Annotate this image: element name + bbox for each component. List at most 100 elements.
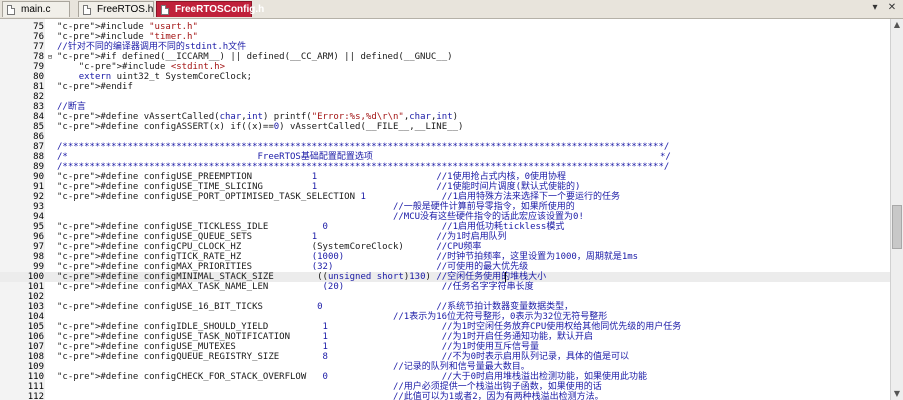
code-line[interactable]: 90 "c-pre">#define configUSE_PREEMPTION 1… [0,172,890,182]
code-line[interactable]: 77 //针对不同的编译器调用不同的stdint.h文件 [0,42,890,52]
line-number: 87 [33,142,44,152]
code-text: "c-pre">#define configTICK_RATE_HZ (1000… [57,252,639,262]
code-line[interactable]: 108 "c-pre">#define configQUEUE_REGISTRY_… [0,352,890,362]
code-line[interactable]: 83 //断言 [0,102,890,112]
line-number: 97 [33,242,44,252]
code-line[interactable]: 88 /* FreeRTOS基础配置配置选项 */ [0,152,890,162]
code-line[interactable]: 94 //MCU没有这些硬件指令的话此宏应该设置为0! [0,212,890,222]
line-number: 83 [33,102,44,112]
code-line[interactable]: 91 "c-pre">#define configUSE_TIME_SLICING… [0,182,890,192]
tab-label: FreeRTOSConfig.h [175,4,265,15]
code-line[interactable]: 102 [0,292,890,302]
code-line[interactable]: 100 "c-pre">#define configMINIMAL_STACK_S… [0,272,890,282]
line-number: 75 [33,22,44,32]
code-text: "c-pre">#include "usart.h" [57,22,198,32]
code-text: "c-pre">#define configQUEUE_REGISTRY_SIZ… [57,352,629,362]
code-line[interactable]: 84 "c-pre">#define vAssertCalled(char,int… [0,112,890,122]
line-number: 77 [33,42,44,52]
code-line[interactable]: 79 "c-pre">#include <stdint.h> [0,62,890,72]
code-text: "c-pre">#if defined(__ICCARM__) || defin… [57,52,453,62]
line-number: 76 [33,32,44,42]
code-line[interactable]: 95 "c-pre">#define configUSE_TICKLESS_IDL… [0,222,890,232]
code-text: //断言 [57,102,86,112]
code-text: /***************************************… [57,142,670,152]
code-text: "c-pre">#endif [57,82,133,92]
line-number: 104 [27,312,44,322]
code-line[interactable]: 81 "c-pre">#endif [0,82,890,92]
code-line[interactable]: 103 "c-pre">#define configUSE_16_BIT_TICK… [0,302,890,312]
code-text: "c-pre">#define configIDLE_SHOULD_YIELD … [57,322,682,332]
close-tab-button[interactable]: ✕ [885,1,899,15]
code-text: extern uint32_t SystemCoreClock; [78,72,253,82]
code-line[interactable]: 82 [0,92,890,102]
code-line[interactable]: 75 "c-pre">#include "usart.h" [0,22,890,32]
line-number: 88 [33,152,44,162]
tab-list-dropdown-button[interactable]: ▾ [868,1,882,15]
code-text: "c-pre">#define configCPU_CLOCK_HZ (Syst… [57,242,482,252]
file-icon [7,5,15,15]
line-number: 103 [27,302,44,312]
code-line[interactable]: 111 //用户必须提供一个栈溢出钩子函数，如果使用的话 [0,382,890,392]
code-line[interactable]: 110 "c-pre">#define configCHECK_FOR_STACK… [0,372,890,382]
code-text: //针对不同的编译器调用不同的stdint.h文件 [57,42,247,52]
line-number: 112 [27,392,44,400]
code-line[interactable]: 96 "c-pre">#define configUSE_QUEUE_SETS 1… [0,232,890,242]
tab-main-c[interactable]: main.c [2,1,70,17]
tab-label: FreeRTOS.h [97,4,154,15]
tab-label: main.c [21,4,51,15]
code-line[interactable]: 85 "c-pre">#define configASSERT(x) if((x)… [0,122,890,132]
line-number: 96 [33,232,44,242]
line-number: 93 [33,202,44,212]
code-text: //一般是硬件计算前导零指令，如果所使用的 [392,202,575,212]
code-text: //MCU没有这些硬件指令的话此宏应该设置为0! [392,212,584,222]
code-line[interactable]: 107 "c-pre">#define configUSE_MUTEXES 1 /… [0,342,890,352]
code-line[interactable]: 87 /*************************************… [0,142,890,152]
scroll-up-arrow-icon[interactable]: ▲ [891,19,903,31]
code-text: //用户必须提供一个栈溢出钩子函数，如果使用的话 [392,382,602,392]
file-icon [83,5,91,15]
code-text: "c-pre">#include "timer.h" [57,32,198,42]
code-line[interactable]: 78 ⊟ "c-pre">#if defined(__ICCARM__) || de… [0,52,890,62]
fold-toggle-icon[interactable]: ⊟ [47,53,53,61]
code-line[interactable]: 93 //一般是硬件计算前导零指令，如果所使用的 [0,202,890,212]
line-number: 79 [33,62,44,72]
line-number: 81 [33,82,44,92]
line-number: 84 [33,112,44,122]
scroll-thumb[interactable] [892,205,902,249]
code-line[interactable]: 104 //1表示为16位无符号整形，0表示为32位无符号整形 [0,312,890,322]
code-line[interactable]: 106 "c-pre">#define configUSE_TASK_NOTIFI… [0,332,890,342]
code-line[interactable]: 101 "c-pre">#define configMAX_TASK_NAME_L… [0,282,890,292]
line-number: 110 [27,372,44,382]
code-editor[interactable]: 75 "c-pre">#include "usart.h" 76 "c-pre">#i… [0,19,890,400]
code-line[interactable]: 92 "c-pre">#define configUSE_PORT_OPTIMIS… [0,192,890,202]
code-line[interactable]: 109 //记录的队列和信号量最大数目。 [0,362,890,372]
code-text: //此值可以为1或者2，因为有两种栈溢出检测方法。 [392,392,604,400]
code-line[interactable]: 99 "c-pre">#define configMAX_PRIORITIES (… [0,262,890,272]
code-text: "c-pre">#define configMINIMAL_STACK_SIZE… [57,272,547,282]
code-line[interactable]: 98 "c-pre">#define configTICK_RATE_HZ (10… [0,252,890,262]
line-number: 105 [27,322,44,332]
vertical-scrollbar[interactable]: ▲ ▼ [890,19,903,400]
code-line[interactable]: 80 extern uint32_t SystemCoreClock; [0,72,890,82]
code-text: "c-pre">#define configMAX_TASK_NAME_LEN … [57,282,534,292]
code-line[interactable]: 76 "c-pre">#include "timer.h" [0,32,890,42]
file-icon [161,5,169,15]
code-text: "c-pre">#define configUSE_TICKLESS_IDLE … [57,222,565,232]
code-text: //记录的队列和信号量最大数目。 [392,362,530,372]
line-number: 102 [27,292,44,302]
line-number: 82 [33,92,44,102]
line-number: 101 [27,282,44,292]
line-number: 100 [27,272,44,282]
line-number: 92 [33,192,44,202]
line-number: 99 [33,262,44,272]
code-line[interactable]: 89 /*************************************… [0,162,890,172]
code-line[interactable]: 105 "c-pre">#define configIDLE_SHOULD_YIE… [0,322,890,332]
code-line[interactable]: 97 "c-pre">#define configCPU_CLOCK_HZ (Sy… [0,242,890,252]
scroll-down-arrow-icon[interactable]: ▼ [891,388,903,400]
code-line[interactable]: 86 [0,132,890,142]
code-text: "c-pre">#define configCHECK_FOR_STACK_OV… [57,372,647,382]
tab-freertos-h[interactable]: FreeRTOS.h [78,1,154,17]
code-line[interactable]: 112 //此值可以为1或者2，因为有两种栈溢出检测方法。 [0,392,890,400]
code-text: /***************************************… [57,162,670,172]
tab-freertosconfig-h[interactable]: FreeRTOSConfig.h [156,1,264,17]
